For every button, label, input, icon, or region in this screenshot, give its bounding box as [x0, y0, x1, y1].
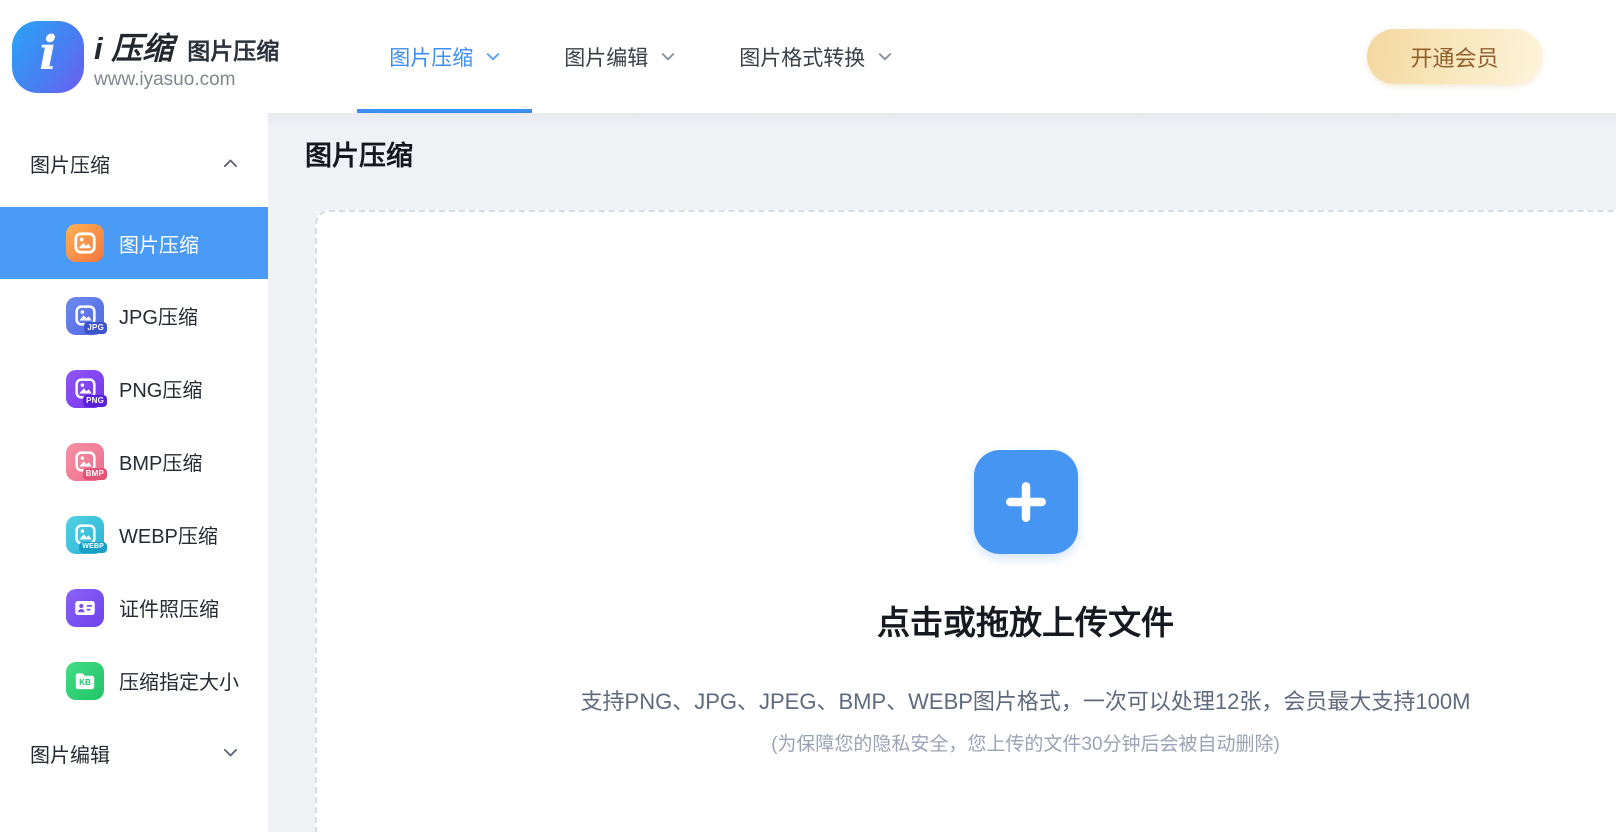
- upload-privacy-note: (为保障您的隐私安全，您上传的文件30分钟后会被自动删除): [771, 734, 1280, 755]
- format-badge: JPG: [84, 321, 107, 334]
- png-icon: PNG: [66, 369, 107, 408]
- chevron-down-icon: [223, 748, 238, 758]
- section-label: 图片编辑: [30, 744, 110, 767]
- sidebar: 图片压缩 图片压缩 JPG JPG压缩 PNG PNG压缩 BMP BMP压缩 …: [0, 113, 268, 832]
- page-title: 图片压缩: [305, 141, 413, 171]
- id-photo-icon: [66, 588, 104, 627]
- sidebar-item-webp-compress[interactable]: WEBP WEBP压缩: [0, 498, 268, 571]
- sidebar-item-label: PNG压缩: [119, 380, 203, 402]
- section-label: 图片压缩: [30, 154, 110, 177]
- app-header: i i 压缩 图片压缩 www.iyasuo.com 图片压缩 图片编辑 图片格…: [0, 0, 1616, 113]
- app-logo-icon: i: [12, 20, 84, 93]
- upload-title: 点击或拖放上传文件: [877, 604, 1174, 641]
- sidebar-section-image-compress[interactable]: 图片压缩: [0, 127, 268, 199]
- nav-tab-label: 图片编辑: [564, 46, 649, 70]
- nav-tab-format-convert[interactable]: 图片格式转换: [707, 0, 924, 113]
- brand-title: i 压缩: [94, 30, 174, 66]
- format-badge: BMP: [82, 467, 107, 480]
- sidebar-item-label: 图片压缩: [119, 234, 199, 257]
- main-content: 图片压缩 点击或拖放上传文件 支持PNG、JPG、JPEG、BMP、WEBP图片…: [268, 113, 1616, 832]
- sidebar-item-label: 压缩指定大小: [119, 672, 239, 694]
- add-files-button[interactable]: [973, 450, 1078, 554]
- nav-tab-label: 图片压缩: [389, 46, 474, 70]
- svg-text:KB: KB: [79, 678, 91, 687]
- chevron-up-icon: [223, 158, 238, 168]
- brand-text: i 压缩 图片压缩 www.iyasuo.com: [94, 23, 279, 91]
- main-nav: 图片压缩 图片编辑 图片格式转换: [357, 0, 924, 113]
- format-badge: WEBP: [79, 542, 107, 553]
- plus-icon: [997, 473, 1055, 531]
- sidebar-item-id-photo-compress[interactable]: 证件照压缩: [0, 571, 268, 644]
- bmp-icon: BMP: [66, 442, 107, 481]
- nav-tab-image-compress[interactable]: 图片压缩: [357, 0, 533, 113]
- chevron-down-icon: [878, 52, 892, 62]
- sidebar-item-label: JPG压缩: [119, 307, 198, 329]
- sidebar-section-image-edit[interactable]: 图片编辑: [0, 717, 268, 789]
- format-badge: PNG: [83, 394, 107, 407]
- upload-dropzone[interactable]: 点击或拖放上传文件 支持PNG、JPG、JPEG、BMP、WEBP图片格式，一次…: [315, 210, 1616, 832]
- brand-url: www.iyasuo.com: [94, 68, 236, 90]
- nav-tab-image-edit[interactable]: 图片编辑: [532, 0, 707, 113]
- chevron-down-icon: [486, 52, 500, 62]
- sidebar-item-label: 证件照压缩: [119, 599, 219, 621]
- upload-description: 支持PNG、JPG、JPEG、BMP、WEBP图片格式，一次可以处理12张，会员…: [580, 689, 1471, 714]
- sidebar-item-jpg-compress[interactable]: JPG JPG压缩: [0, 279, 268, 352]
- sidebar-item-image-compress[interactable]: 图片压缩: [0, 207, 268, 279]
- nav-tab-label: 图片格式转换: [739, 46, 866, 70]
- brand-subtitle: 图片压缩: [187, 37, 280, 64]
- jpg-icon: JPG: [66, 296, 107, 335]
- sidebar-item-compress-to-size[interactable]: KB 压缩指定大小: [0, 644, 268, 717]
- sidebar-item-label: WEBP压缩: [119, 526, 218, 548]
- sidebar-item-png-compress[interactable]: PNG PNG压缩: [0, 352, 268, 425]
- webp-icon: WEBP: [66, 515, 107, 554]
- sidebar-item-bmp-compress[interactable]: BMP BMP压缩: [0, 425, 268, 498]
- kb-size-icon: KB: [66, 661, 104, 700]
- image-compress-icon: [66, 224, 104, 262]
- chevron-down-icon: [661, 52, 675, 62]
- open-membership-button[interactable]: 开通会员: [1367, 29, 1542, 84]
- sidebar-item-label: BMP压缩: [119, 453, 203, 475]
- brand[interactable]: i i 压缩 图片压缩 www.iyasuo.com: [12, 20, 279, 93]
